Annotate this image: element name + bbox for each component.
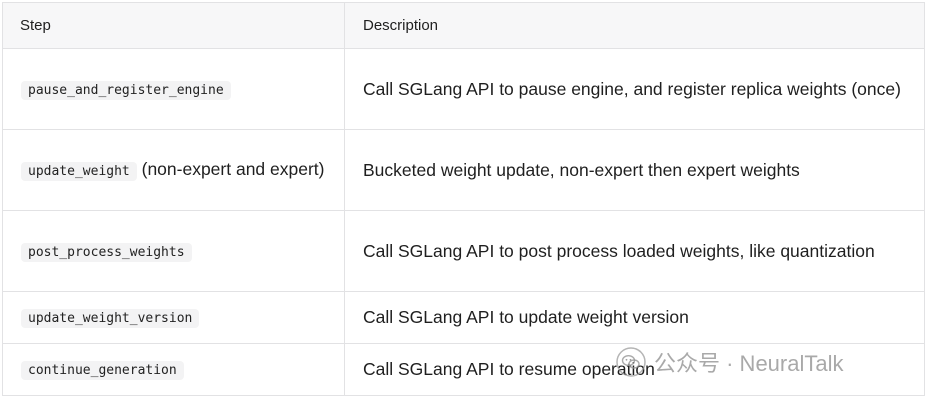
description-cell: Call SGLang API to resume operation xyxy=(344,343,925,396)
table-header-row: Step Description xyxy=(2,2,925,49)
table-row: post_process_weights Call SGLang API to … xyxy=(2,210,925,292)
step-code: update_weight xyxy=(21,161,137,181)
step-cell: update_weight (non-expert and expert) xyxy=(2,129,345,211)
step-cell: post_process_weights xyxy=(2,210,345,292)
header-step: Step xyxy=(2,2,345,49)
step-cell: pause_and_register_engine xyxy=(2,48,345,130)
step-code: continue_generation xyxy=(21,361,184,380)
step-code: post_process_weights xyxy=(21,242,192,262)
step-suffix: (non-expert and expert) xyxy=(136,158,325,179)
description-cell: Call SGLang API to update weight version xyxy=(344,291,925,344)
step-code: pause_and_register_engine xyxy=(21,80,231,100)
table-row: continue_generation Call SGLang API to r… xyxy=(2,343,925,396)
table-row: update_weight_version Call SGLang API to… xyxy=(2,291,925,344)
step-code: update_weight_version xyxy=(21,309,200,328)
step-cell: update_weight_version xyxy=(2,291,345,344)
description-cell: Call SGLang API to pause engine, and reg… xyxy=(344,48,925,130)
steps-table-container: Step Description pause_and_register_engi… xyxy=(2,2,925,396)
description-cell: Call SGLang API to post process loaded w… xyxy=(344,210,925,292)
description-cell: Bucketed weight update, non-expert then … xyxy=(344,129,925,211)
header-description: Description xyxy=(344,2,925,49)
table-row: pause_and_register_engine Call SGLang AP… xyxy=(2,48,925,130)
table-row: update_weight (non-expert and expert) Bu… xyxy=(2,129,925,211)
step-cell: continue_generation xyxy=(2,343,345,396)
steps-table: Step Description pause_and_register_engi… xyxy=(2,2,925,396)
